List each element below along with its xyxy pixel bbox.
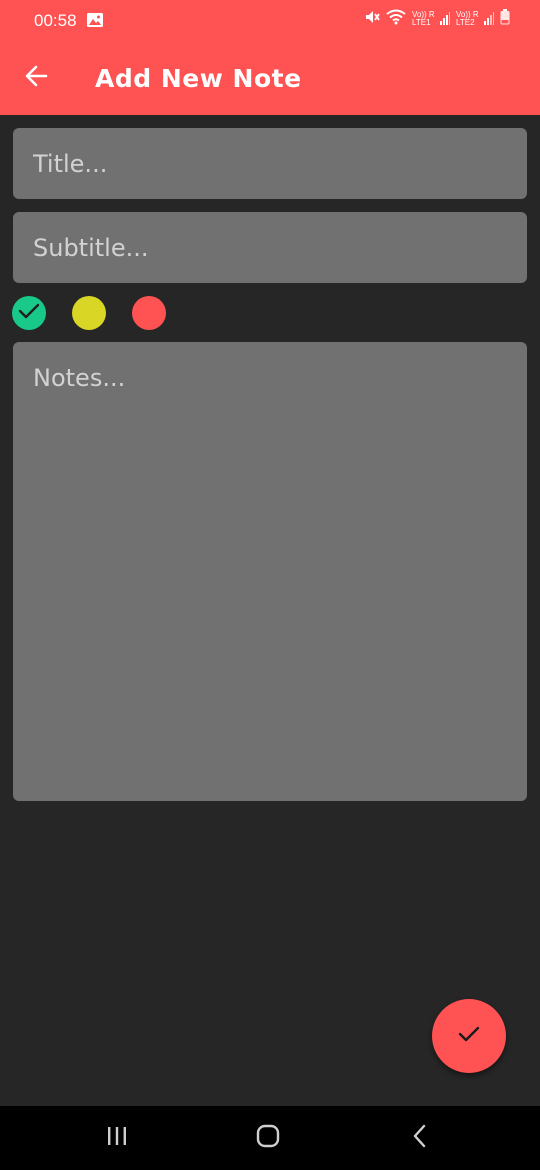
color-option-red[interactable] bbox=[132, 296, 166, 330]
app-bar: Add New Note bbox=[0, 44, 540, 115]
gallery-notification-icon bbox=[87, 12, 103, 31]
home-button[interactable] bbox=[248, 1122, 288, 1154]
sim2-label: Vo)) R LTE2 bbox=[456, 10, 479, 27]
page-title: Add New Note bbox=[95, 64, 302, 93]
status-time: 00:58 bbox=[34, 11, 77, 30]
back-button[interactable] bbox=[20, 62, 52, 94]
check-icon bbox=[18, 302, 40, 324]
title-input[interactable] bbox=[13, 128, 527, 199]
color-option-green[interactable] bbox=[12, 296, 46, 330]
notes-input[interactable] bbox=[13, 342, 527, 801]
recents-icon bbox=[106, 1126, 128, 1150]
color-option-yellow[interactable] bbox=[72, 296, 106, 330]
nav-back-icon bbox=[412, 1124, 428, 1152]
nav-back-button[interactable] bbox=[400, 1122, 440, 1154]
system-nav-bar bbox=[0, 1106, 540, 1170]
sim1-label: Vo)) R LTE1 bbox=[412, 10, 435, 27]
home-icon bbox=[256, 1124, 280, 1152]
save-note-button[interactable] bbox=[432, 999, 506, 1073]
status-bar: 00:58 Vo)) R LTE1 Vo)) R LTE2 bbox=[0, 0, 540, 44]
battery-icon bbox=[500, 9, 510, 29]
recents-button[interactable] bbox=[97, 1122, 137, 1154]
wifi-icon bbox=[386, 9, 406, 29]
signal-icon bbox=[440, 10, 450, 29]
mute-icon bbox=[364, 9, 380, 29]
check-icon bbox=[457, 1025, 481, 1047]
signal-icon bbox=[484, 10, 494, 29]
arrow-left-icon bbox=[24, 65, 48, 91]
subtitle-input[interactable] bbox=[13, 212, 527, 283]
